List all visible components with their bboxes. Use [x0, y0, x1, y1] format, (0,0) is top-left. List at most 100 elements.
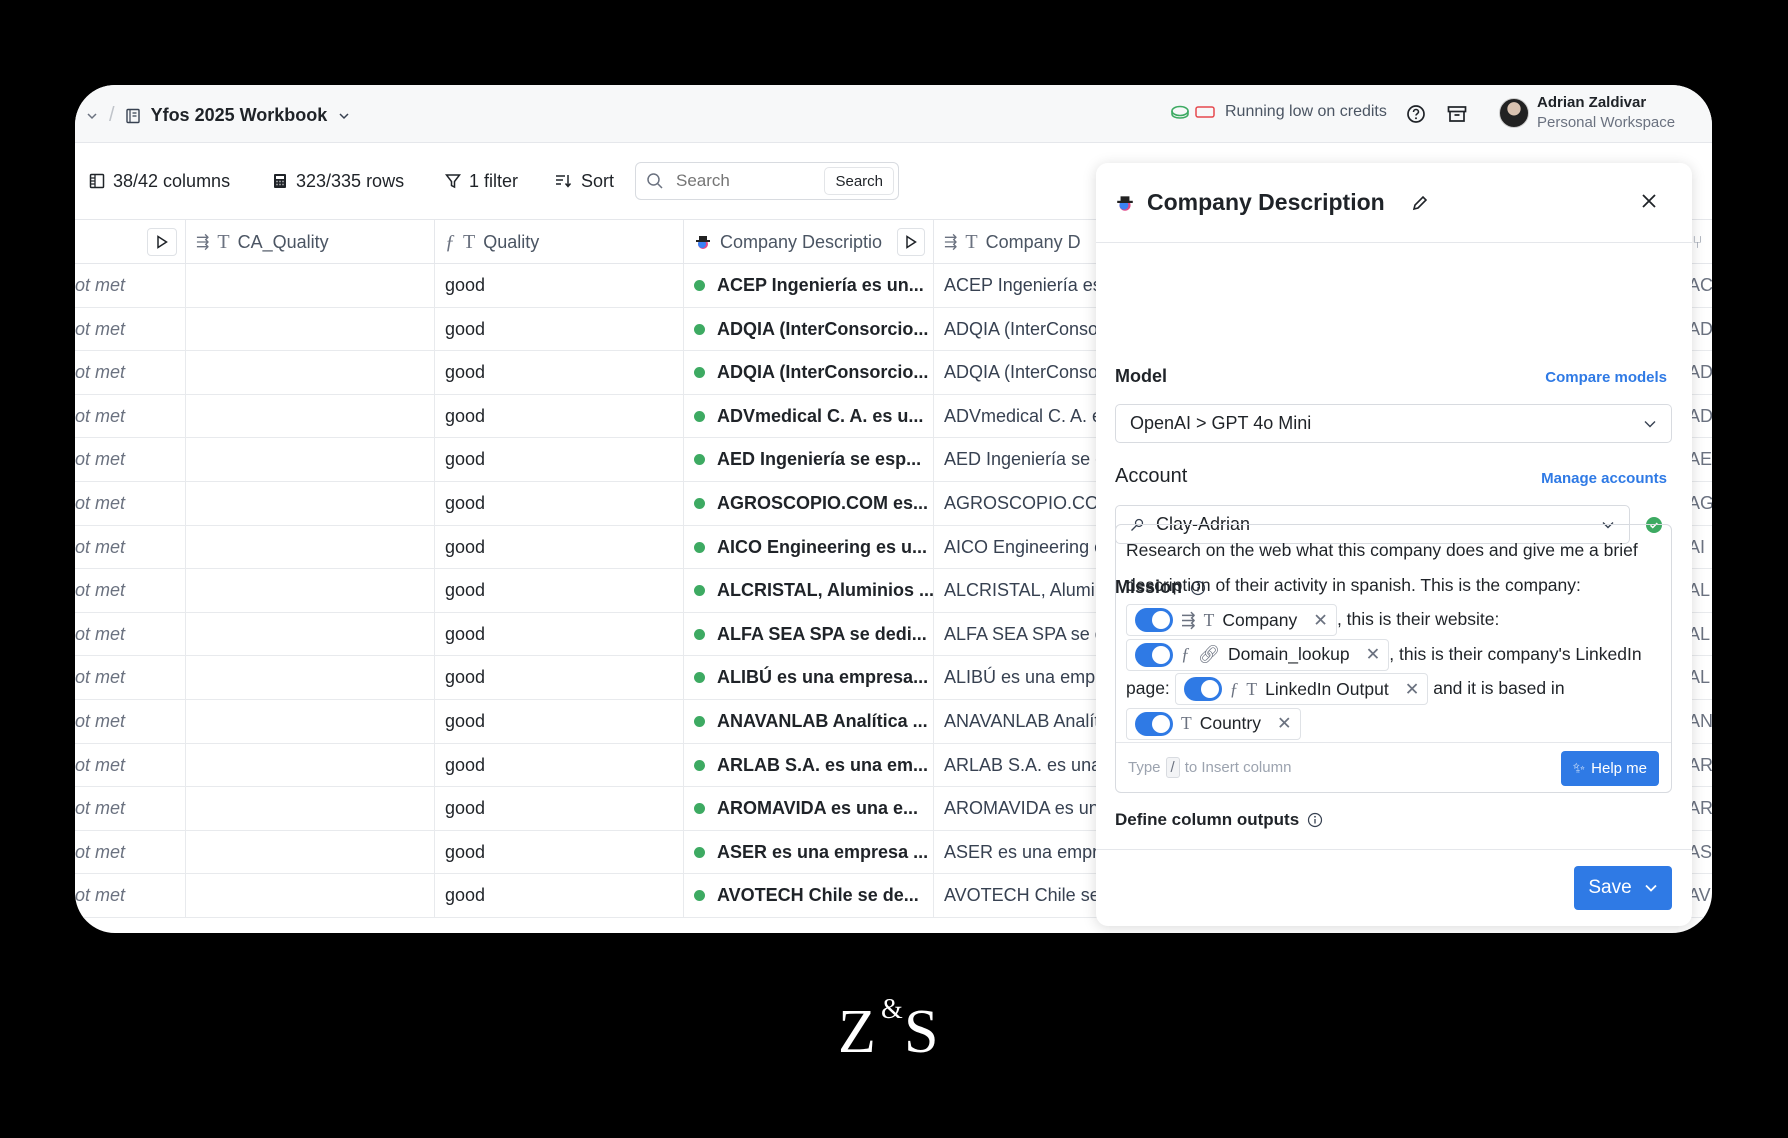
- run-column-button[interactable]: [147, 228, 177, 256]
- quality-cell[interactable]: good: [435, 438, 684, 482]
- run-column-button[interactable]: [897, 228, 925, 256]
- columns-toggle[interactable]: 38/42 columns: [89, 162, 230, 200]
- status-cell[interactable]: Not met: [75, 264, 186, 307]
- ca-quality-cell[interactable]: [186, 700, 435, 743]
- status-cell[interactable]: Not met: [75, 351, 186, 395]
- chevron-down-icon[interactable]: [1644, 881, 1658, 895]
- ca-quality-cell[interactable]: [186, 874, 435, 918]
- quality-cell[interactable]: good: [435, 656, 684, 700]
- ca-quality-cell[interactable]: [186, 830, 435, 874]
- column-chip-company[interactable]: ⇶ T Company ✕: [1126, 604, 1337, 637]
- status-cell[interactable]: Not met: [75, 743, 186, 787]
- ca-quality-cell[interactable]: [186, 264, 435, 307]
- status-cell[interactable]: Not met: [75, 482, 186, 525]
- quality-cell[interactable]: good: [435, 874, 684, 918]
- status-cell[interactable]: Not met: [75, 612, 186, 656]
- status-cell[interactable]: Not met: [75, 656, 186, 700]
- description-cell[interactable]: AICO Engineering es u...: [684, 525, 934, 569]
- manage-accounts-link[interactable]: Manage accounts: [1541, 470, 1667, 487]
- description-cell[interactable]: ALCRISTAL, Aluminios ...: [684, 569, 934, 613]
- chip-toggle[interactable]: [1135, 642, 1173, 667]
- rows-toggle[interactable]: 323/335 rows: [272, 162, 404, 200]
- status-cell[interactable]: Not met: [75, 307, 186, 351]
- status-cell[interactable]: Not met: [75, 569, 186, 613]
- chip-toggle[interactable]: [1183, 677, 1222, 702]
- quality-cell[interactable]: good: [435, 830, 684, 874]
- quality-cell[interactable]: good: [435, 743, 684, 787]
- ca-quality-cell[interactable]: [186, 351, 435, 395]
- status-cell[interactable]: Not met: [75, 394, 186, 438]
- ca-quality-cell[interactable]: [186, 743, 435, 787]
- description-cell[interactable]: ANAVANLAB Analítica ...: [684, 700, 934, 743]
- description-cell[interactable]: AED Ingeniería se esp...: [684, 438, 934, 482]
- mission-editor[interactable]: Research on the web what this company do…: [1115, 524, 1672, 793]
- description-cell[interactable]: ACEP Ingeniería es un...: [684, 264, 934, 307]
- quality-cell[interactable]: good: [435, 351, 684, 395]
- user-menu[interactable]: Adrian Zaldivar Personal Workspace: [1499, 93, 1675, 133]
- info-icon[interactable]: [1307, 812, 1323, 828]
- quality-cell[interactable]: good: [435, 787, 684, 831]
- status-cell[interactable]: Not met: [75, 525, 186, 569]
- search-input[interactable]: [676, 171, 816, 191]
- description-cell[interactable]: AGROSCOPIO.COM es...: [684, 482, 934, 525]
- column-chip-country[interactable]: T Country ✕: [1126, 707, 1301, 740]
- column-chip-domain-lookup[interactable]: ƒ 🔗︎ Domain_lookup ✕: [1126, 638, 1390, 671]
- ca-quality-cell[interactable]: [186, 656, 435, 700]
- model-select[interactable]: OpenAI > GPT 4o Mini: [1115, 404, 1672, 443]
- quality-cell[interactable]: good: [435, 264, 684, 307]
- description-cell[interactable]: ADVmedical C. A. es u...: [684, 394, 934, 438]
- ca-quality-cell[interactable]: [186, 394, 435, 438]
- chevron-down-icon[interactable]: [85, 109, 99, 123]
- remove-icon[interactable]: ✕: [1313, 611, 1328, 630]
- chip-toggle[interactable]: [1135, 711, 1173, 736]
- edit-pencil-icon[interactable]: [1411, 194, 1429, 212]
- header-company-description[interactable]: Company Descriptio: [684, 220, 934, 264]
- description-cell[interactable]: ARLAB S.A. es una em...: [684, 743, 934, 787]
- workbook-chevron-icon[interactable]: [337, 109, 351, 123]
- ca-quality-cell[interactable]: [186, 787, 435, 831]
- status-cell[interactable]: Not met: [75, 830, 186, 874]
- quality-cell[interactable]: good: [435, 307, 684, 351]
- description-cell[interactable]: ASER es una empresa ...: [684, 830, 934, 874]
- compare-models-link[interactable]: Compare models: [1545, 369, 1667, 386]
- quality-cell[interactable]: good: [435, 700, 684, 743]
- credits-status[interactable]: Running low on credits: [1225, 103, 1387, 121]
- archive-icon[interactable]: [1447, 105, 1467, 123]
- ca-quality-cell[interactable]: [186, 307, 435, 351]
- ca-quality-cell[interactable]: [186, 438, 435, 482]
- quality-cell[interactable]: good: [435, 482, 684, 525]
- quality-cell[interactable]: good: [435, 612, 684, 656]
- status-cell[interactable]: Not met: [75, 874, 186, 918]
- status-cell[interactable]: Not met: [75, 787, 186, 831]
- header-quality[interactable]: ƒ T Quality: [435, 220, 684, 264]
- ca-quality-cell[interactable]: [186, 525, 435, 569]
- ca-quality-cell[interactable]: [186, 482, 435, 525]
- workbook-title[interactable]: Yfos 2025 Workbook: [151, 105, 328, 126]
- save-button[interactable]: Save: [1574, 866, 1672, 910]
- description-cell[interactable]: ALIBÚ es una empresa...: [684, 656, 934, 700]
- ca-quality-cell[interactable]: [186, 569, 435, 613]
- filter-button[interactable]: 1 filter: [445, 162, 518, 200]
- header-ca-quality[interactable]: ⇶ T CA_Quality: [186, 220, 435, 264]
- description-cell[interactable]: ALFA SEA SPA se dedi...: [684, 612, 934, 656]
- ca-quality-cell[interactable]: [186, 612, 435, 656]
- description-cell[interactable]: AVOTECH Chile se de...: [684, 874, 934, 918]
- search-button[interactable]: Search: [824, 167, 894, 195]
- description-cell[interactable]: AROMAVIDA es una e...: [684, 787, 934, 831]
- quality-cell[interactable]: good: [435, 569, 684, 613]
- quality-cell[interactable]: good: [435, 525, 684, 569]
- status-cell[interactable]: Not met: [75, 438, 186, 482]
- remove-icon[interactable]: ✕: [1277, 715, 1292, 733]
- description-cell[interactable]: ADQIA (InterConsorcio...: [684, 351, 934, 395]
- sort-button[interactable]: Sort: [555, 162, 614, 200]
- remove-icon[interactable]: ✕: [1366, 646, 1381, 664]
- help-me-button[interactable]: ✨︎ Help me: [1560, 751, 1659, 786]
- description-cell[interactable]: ADQIA (InterConsorcio...: [684, 307, 934, 351]
- quality-cell[interactable]: good: [435, 394, 684, 438]
- remove-icon[interactable]: ✕: [1405, 680, 1420, 699]
- chip-toggle[interactable]: [1135, 608, 1173, 633]
- column-chip-linkedin-output[interactable]: ƒ T LinkedIn Output ✕: [1174, 673, 1429, 706]
- status-cell[interactable]: Not met: [75, 700, 186, 743]
- help-icon[interactable]: [1406, 104, 1426, 124]
- close-icon[interactable]: [1641, 193, 1657, 209]
